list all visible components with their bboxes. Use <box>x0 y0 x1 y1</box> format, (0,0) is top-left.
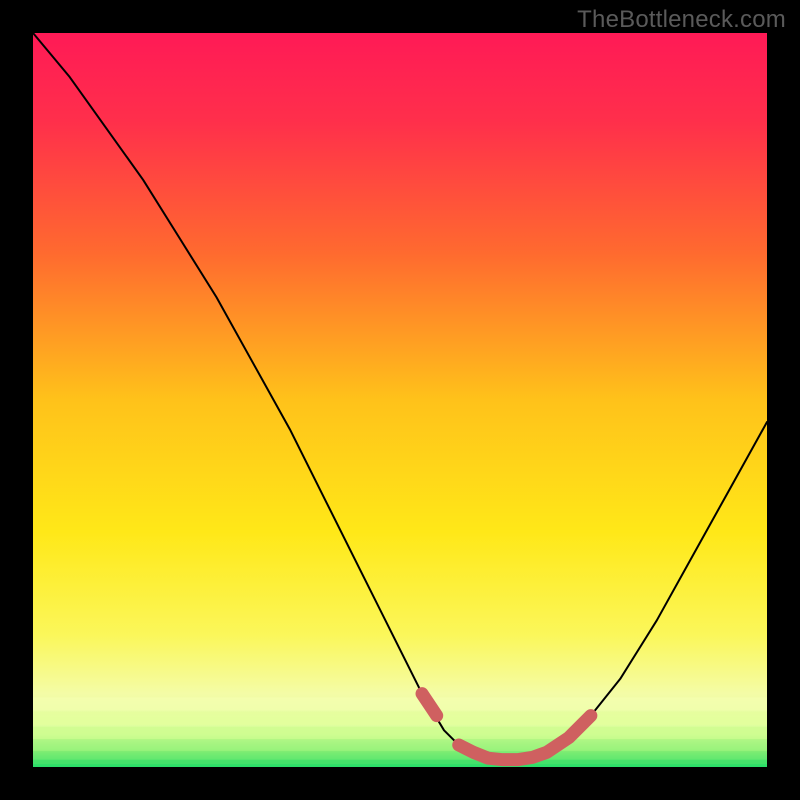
watermark-text: TheBottleneck.com <box>577 6 786 34</box>
gradient-band <box>33 760 767 767</box>
gradient-band <box>33 712 767 725</box>
gradient-band <box>33 697 767 710</box>
gradient-band <box>33 727 767 740</box>
chart-plot-area <box>33 33 767 767</box>
gradient-background <box>33 33 767 767</box>
gradient-band <box>33 739 767 752</box>
bottleneck-curve-chart <box>33 33 767 767</box>
